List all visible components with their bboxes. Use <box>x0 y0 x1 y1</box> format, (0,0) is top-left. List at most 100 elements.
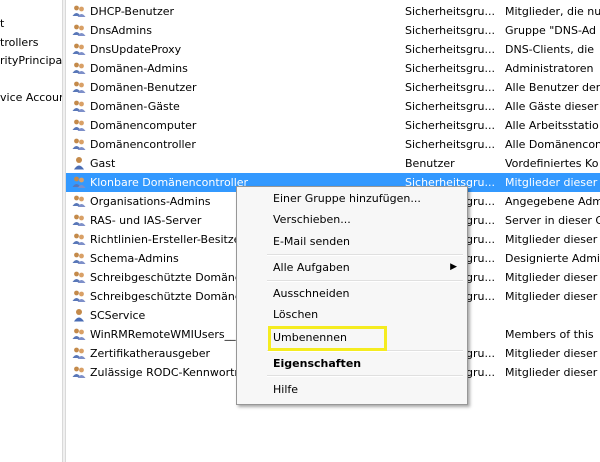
name-text: DnsAdmins <box>90 24 152 37</box>
name-text: Zulässige RODC-Kennwortre <box>90 366 246 379</box>
type-cell: Sicherheitsgru... <box>405 119 495 132</box>
description-cell: DNS-Clients, die <box>505 43 595 56</box>
group-icon <box>72 365 86 379</box>
tree-item[interactable]: rityPrincipal: <box>0 52 62 70</box>
navigation-tree: t trollers rityPrincipal: vice Accour <box>0 0 62 462</box>
name-text: Domänen-Gäste <box>90 100 180 113</box>
name-text: RAS- und IAS-Server <box>90 214 202 227</box>
name-cell: Domänencomputer <box>72 116 396 135</box>
menu-item-move[interactable]: Verschieben... <box>273 210 463 229</box>
name-cell: Domänen-Admins <box>72 59 396 78</box>
table-row[interactable]: Domänen-Benutzer Sicherheitsgru... Alle Be… <box>66 78 600 97</box>
description-cell: Members of this <box>505 328 594 341</box>
menu-item-help[interactable]: Hilfe <box>273 380 463 399</box>
description-cell: Gruppe "DNS-Ad <box>505 24 597 37</box>
group-icon <box>72 327 86 341</box>
group-icon <box>72 270 86 284</box>
group-icon <box>72 42 86 56</box>
name-cell: Domänen-Benutzer <box>72 78 396 97</box>
group-icon <box>72 213 86 227</box>
description-cell: Mitglieder dieser <box>505 290 598 303</box>
description-cell: Mitglieder, die nu <box>505 5 600 18</box>
tree-item[interactable]: trollers <box>0 34 38 52</box>
name-cell: Domänencontroller <box>72 135 396 154</box>
name-text: SCService <box>90 309 146 322</box>
table-row[interactable]: DHCP-Benutzer Sicherheitsgru... Mitglieder… <box>66 2 600 21</box>
type-cell: Sicherheitsgru... <box>405 81 495 94</box>
name-text: Organisations-Admins <box>90 195 211 208</box>
description-cell: Alle Gäste dieser <box>505 100 599 113</box>
type-cell: Sicherheitsgru... <box>405 62 495 75</box>
type-cell: Sicherheitsgru... <box>405 100 495 113</box>
name-text: WinRMRemoteWMIUsers__ <box>90 328 236 341</box>
name-cell: Gast <box>72 154 396 173</box>
tree-item[interactable]: vice Accour <box>0 89 62 107</box>
context-menu: Einer Gruppe hinzufügen... Verschieben..… <box>236 186 468 405</box>
name-text: DnsUpdateProxy <box>90 43 182 56</box>
group-icon <box>72 175 86 189</box>
menu-item-send-email[interactable]: E-Mail senden <box>273 232 463 251</box>
group-icon <box>72 80 86 94</box>
group-icon <box>72 194 86 208</box>
name-text: Richtlinien-Ersteller-Besitzer <box>90 233 245 246</box>
type-cell: Sicherheitsgru... <box>405 138 495 151</box>
name-text: Domänencomputer <box>90 119 197 132</box>
menu-item-all-tasks[interactable]: Alle Aufgaben ▶ <box>273 258 463 277</box>
name-text: Domänen-Benutzer <box>90 81 197 94</box>
description-cell: Designierte Admi <box>505 252 600 265</box>
name-text: Schreibgeschützte Domänen <box>90 271 249 284</box>
table-row[interactable]: DnsUpdateProxy Sicherheitsgru... DNS-Clien… <box>66 40 600 59</box>
type-cell: Benutzer <box>405 157 455 170</box>
description-cell: Alle Arbeitsstatio <box>505 119 599 132</box>
user-icon <box>72 308 86 322</box>
menu-separator <box>267 375 463 377</box>
table-row[interactable]: Domänen-Gäste Sicherheitsgru... Alle Gäste… <box>66 97 600 116</box>
group-icon <box>72 346 86 360</box>
description-cell: Mitglieder dieser <box>505 347 598 360</box>
menu-separator <box>267 280 463 282</box>
description-cell: Mitglieder dieser <box>505 366 598 379</box>
group-icon <box>72 118 86 132</box>
menu-item-delete[interactable]: Löschen <box>273 305 463 324</box>
group-icon <box>72 289 86 303</box>
group-icon <box>72 251 86 265</box>
table-row[interactable]: Domänen-Admins Sicherheitsgru... Administr… <box>66 59 600 78</box>
name-text: Schema-Admins <box>90 252 179 265</box>
description-cell: Mitglieder dieser <box>505 176 598 189</box>
description-cell: Administratoren <box>505 62 594 75</box>
group-icon <box>72 232 86 246</box>
description-cell: Alle Benutzer der <box>505 81 600 94</box>
table-row[interactable]: DnsAdmins Sicherheitsgru... Gruppe "DNS-Ad <box>66 21 600 40</box>
group-icon <box>72 23 86 37</box>
menu-item-add-to-group[interactable]: Einer Gruppe hinzufügen... <box>273 189 463 208</box>
group-icon <box>72 4 86 18</box>
name-text: Gast <box>90 157 116 170</box>
description-cell: Mitglieder dieser <box>505 271 598 284</box>
table-row[interactable]: Gast Benutzer Vordefiniertes Ko <box>66 154 600 173</box>
menu-item-cut[interactable]: Ausschneiden <box>273 284 463 303</box>
name-cell: Domänen-Gäste <box>72 97 396 116</box>
name-text: Zertifikatherausgeber <box>90 347 211 360</box>
group-icon <box>72 137 86 151</box>
name-cell: DHCP-Benutzer <box>72 2 396 21</box>
name-text: DHCP-Benutzer <box>90 5 175 18</box>
type-cell: Sicherheitsgru... <box>405 24 495 37</box>
description-cell: Mitglieder dieser <box>505 233 598 246</box>
name-cell: DnsUpdateProxy <box>72 40 396 59</box>
highlight-box <box>268 326 387 351</box>
group-icon <box>72 61 86 75</box>
menu-item-properties[interactable]: Eigenschaften <box>273 354 463 373</box>
description-cell: Server in dieser G <box>505 214 600 227</box>
table-row[interactable]: Domänencontroller Sicherheitsgru... Alle D… <box>66 135 600 154</box>
tree-item[interactable]: t <box>0 15 4 33</box>
group-icon <box>72 99 86 113</box>
type-cell: Sicherheitsgru... <box>405 5 495 18</box>
menu-item-label: Alle Aufgaben <box>273 261 350 274</box>
user-icon <box>72 156 86 170</box>
description-cell: Alle Domänencon <box>505 138 600 151</box>
name-text: Schreibgeschützte Domänen <box>90 290 249 303</box>
table-row[interactable]: Domänencomputer Sicherheitsgru... Alle Arb… <box>66 116 600 135</box>
description-cell: Vordefiniertes Ko <box>505 157 599 170</box>
name-cell: DnsAdmins <box>72 21 396 40</box>
name-text: Domänen-Admins <box>90 62 188 75</box>
